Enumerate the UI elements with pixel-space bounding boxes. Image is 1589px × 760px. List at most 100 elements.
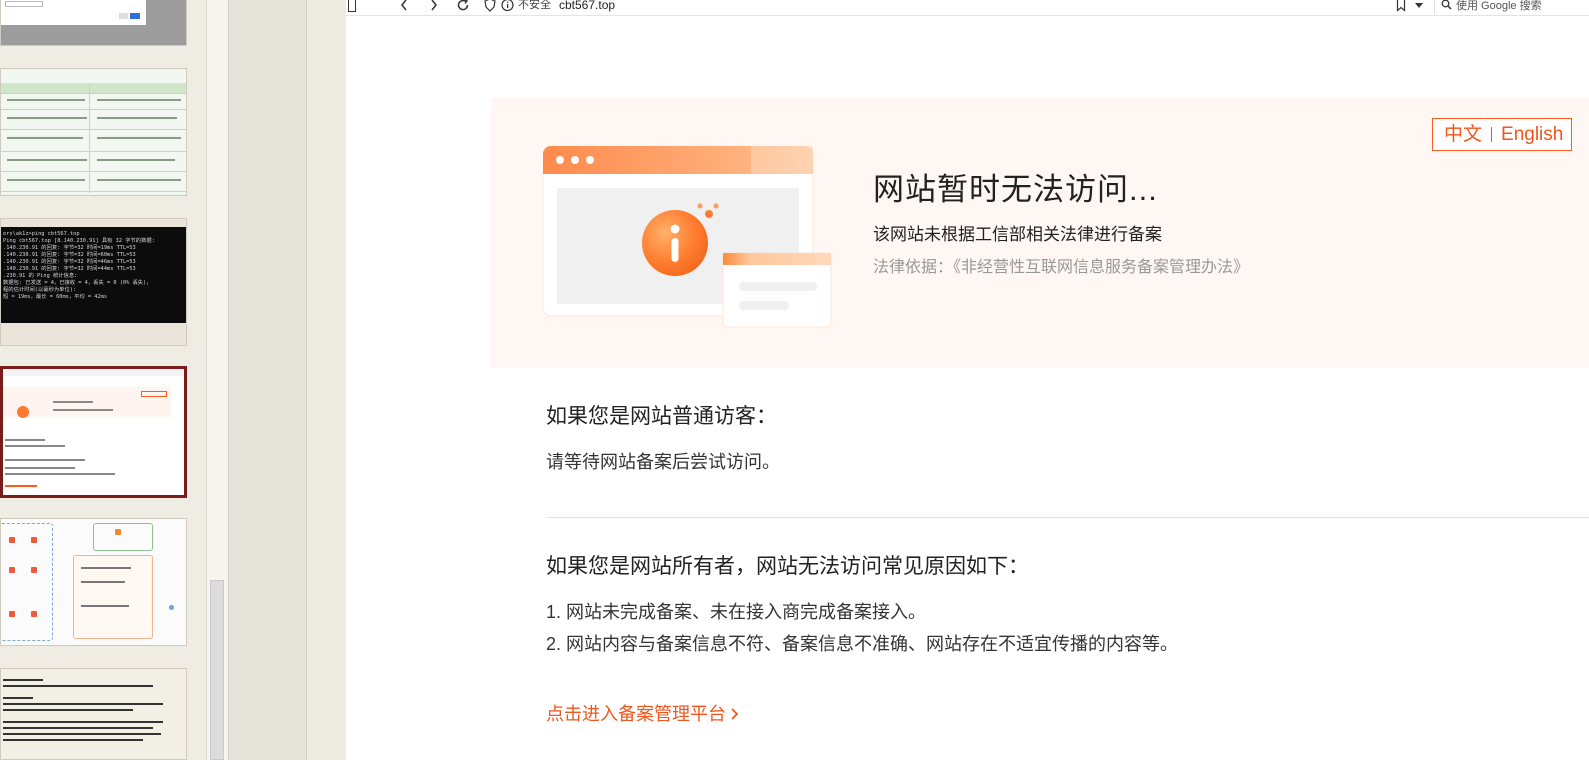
mini-text xyxy=(53,401,93,403)
console-line: .140.230.91 的回复: 字节=32 时间=44ms TTL=53 xyxy=(3,266,136,272)
mini-text xyxy=(81,605,129,607)
chevron-down-icon[interactable] xyxy=(1414,0,1424,12)
thumbnail-4-selected[interactable] xyxy=(0,366,187,498)
shield-icon[interactable] xyxy=(484,0,496,12)
console-preview: ers\ak1z>ping cbt567.top Ping cbt567.top… xyxy=(1,227,186,323)
filing-platform-link[interactable]: 点击进入备案管理平台 xyxy=(546,703,739,725)
lang-en-button[interactable]: English xyxy=(1501,124,1563,146)
table-text xyxy=(7,179,85,181)
sidebar-icon[interactable] xyxy=(348,0,356,12)
table-row xyxy=(1,129,186,130)
console-line: .140.230.91 的回复: 字节=32 时间=46ms TTL=53 xyxy=(3,259,136,265)
console-line: 程的估计时间(以毫秒为单位): xyxy=(3,287,77,293)
workspace-gap xyxy=(228,0,306,760)
mini-handwriting xyxy=(3,685,153,687)
browser-window: 不安全 cbt567.top 使用 Google 搜索 中文 English 网… xyxy=(346,0,1589,760)
filing-link-label: 点击进入备案管理平台 xyxy=(546,704,726,724)
mini-handwriting xyxy=(3,733,161,735)
insecure-label: 不安全 xyxy=(518,0,551,11)
thumbnail-2[interactable] xyxy=(0,68,187,196)
mini-button xyxy=(119,13,128,19)
table-text xyxy=(97,117,177,119)
mini-text xyxy=(5,467,75,469)
search-icon xyxy=(1441,0,1452,10)
mini-diagram-box xyxy=(1,523,53,641)
browser-toolbar: 不安全 cbt567.top 使用 Google 搜索 xyxy=(346,0,1589,16)
owner-section-title: 如果您是网站所有者，网站无法访问常见原因如下： xyxy=(546,555,1029,578)
mini-handwriting xyxy=(3,697,33,699)
hero-title: 网站暂时无法访问... xyxy=(873,172,1158,207)
thumbnail-scrollbar[interactable] xyxy=(206,0,228,760)
mini-handwriting xyxy=(3,721,163,723)
thumbnail-pane: ers\ak1z>ping cbt567.top Ping cbt567.top… xyxy=(0,0,228,760)
console-line: Ping cbt567.top [8.140.230.91] 具有 32 字节的… xyxy=(3,238,155,244)
language-switch: 中文 English xyxy=(1432,118,1572,151)
console-line: 短 = 19ms，最长 = 60ms，平均 = 42ms xyxy=(3,294,108,300)
mini-server-icon xyxy=(9,567,15,573)
thumbnail-1-preview xyxy=(1,0,146,25)
mini-button-primary xyxy=(130,13,140,19)
hero-law-basis: 法律依据：《非经营性互联网信息服务备案管理办法》 xyxy=(873,259,1250,276)
mini-text xyxy=(5,445,65,447)
mini-server-icon xyxy=(31,537,37,543)
mini-diagram-box xyxy=(93,523,153,551)
mini-handwriting xyxy=(3,679,43,681)
mini-text xyxy=(81,567,131,569)
mini-handwriting xyxy=(3,709,133,711)
search-box[interactable]: 使用 Google 搜索 xyxy=(1434,0,1589,14)
info-icon[interactable] xyxy=(501,0,514,12)
address-bar-url[interactable]: cbt567.top xyxy=(559,0,615,12)
mini-text xyxy=(5,459,85,461)
mini-person-icon xyxy=(169,605,174,610)
mini-alert-icon xyxy=(17,406,29,418)
table-text xyxy=(7,117,87,119)
mini-link xyxy=(5,485,37,487)
bookmark-icon[interactable] xyxy=(1396,0,1406,12)
mini-server-icon xyxy=(9,537,15,543)
table-row xyxy=(1,171,186,172)
console-line: 数据包: 已发送 = 4，已接收 = 4，丢失 = 0 (0% 丢失)， xyxy=(3,280,152,286)
mini-server-icon xyxy=(31,567,37,573)
chevron-right-icon xyxy=(731,708,739,720)
thumbnail-6[interactable] xyxy=(0,668,187,760)
mini-field xyxy=(5,1,43,7)
table-row xyxy=(1,191,186,192)
console-line: .230.91 的 Ping 统计信息: xyxy=(3,273,78,279)
thumbnail-5[interactable] xyxy=(0,518,187,646)
mini-text xyxy=(53,409,113,411)
hero-banner: 中文 English 网站暂时无法访问... 该网站未根据工信部相关法律进行备案… xyxy=(491,98,1589,368)
mini-handwriting xyxy=(3,703,163,705)
table-text xyxy=(97,99,181,101)
console-line: ers\ak1z>ping cbt567.top xyxy=(3,231,80,237)
mini-server-icon xyxy=(31,611,37,617)
search-placeholder: 使用 Google 搜索 xyxy=(1456,0,1542,12)
scrollbar-thumb[interactable] xyxy=(210,580,224,760)
table-text xyxy=(97,137,181,139)
table-divider xyxy=(89,83,90,193)
reload-icon[interactable] xyxy=(456,0,470,12)
thumbnail-3[interactable]: ers\ak1z>ping cbt567.top Ping cbt567.top… xyxy=(0,218,187,346)
section-divider xyxy=(546,517,1589,518)
table-text xyxy=(7,137,83,139)
mini-text xyxy=(5,439,45,441)
mini-handwriting xyxy=(3,739,143,741)
table-header xyxy=(1,83,186,93)
reason-item-1: 1. 网站未完成备案、未在接入商完成备案接入。 xyxy=(546,602,927,622)
console-line: .140.230.91 的回复: 字节=32 时间=19ms TTL=53 xyxy=(3,245,136,251)
visitor-section-title: 如果您是网站普通访客： xyxy=(546,405,777,428)
table-text xyxy=(7,159,87,161)
table-text xyxy=(97,159,175,161)
forward-icon[interactable] xyxy=(429,0,439,12)
mini-toolbar xyxy=(3,369,184,376)
reason-item-2: 2. 网站内容与备案信息不符、备案信息不准确、网站存在不适宜传播的内容等。 xyxy=(546,634,1179,654)
visitor-section-text: 请等待网站备案后尝试访问。 xyxy=(546,452,780,472)
warning-illustration xyxy=(543,146,832,328)
back-icon[interactable] xyxy=(399,0,409,12)
lang-separator xyxy=(1491,127,1493,142)
screen: ers\ak1z>ping cbt567.top Ping cbt567.top… xyxy=(0,0,1589,760)
thumbnail-1[interactable] xyxy=(0,0,187,46)
mini-lang-switch xyxy=(141,391,167,397)
mini-user-icon xyxy=(115,529,121,535)
workspace-edge xyxy=(306,0,346,760)
lang-zh-button[interactable]: 中文 xyxy=(1444,124,1482,146)
